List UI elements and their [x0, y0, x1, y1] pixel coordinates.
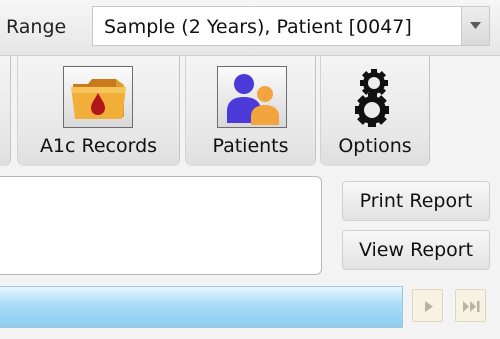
- view-report-button[interactable]: View Report: [342, 230, 490, 270]
- play-icon: [425, 301, 433, 312]
- blood-drop-folder-icon: [71, 79, 126, 119]
- tab-options[interactable]: Options: [320, 56, 430, 166]
- tool-tabs: A1c Records Patients Options: [0, 56, 500, 166]
- tab-options-label: Options: [338, 135, 412, 157]
- patients-icon-box: [217, 66, 287, 128]
- tab-patients[interactable]: Patients: [185, 56, 316, 166]
- users-icon: [227, 74, 279, 125]
- top-toolbar: Range Sample (2 Years), Patient [0047]: [0, 0, 500, 56]
- report-text-area[interactable]: [0, 176, 322, 275]
- progress-bar: [0, 286, 403, 328]
- chevron-down-icon: [470, 22, 481, 29]
- range-label: Range: [6, 16, 67, 38]
- tab-a1c-records[interactable]: A1c Records: [17, 56, 180, 166]
- last-button[interactable]: [455, 289, 486, 322]
- tab-patients-label: Patients: [212, 135, 289, 157]
- dropdown-arrow-button[interactable]: [461, 7, 489, 45]
- gears-icon: [355, 69, 389, 127]
- patient-select[interactable]: Sample (2 Years), Patient [0047]: [92, 6, 490, 46]
- next-button[interactable]: [412, 289, 443, 322]
- tab-partial[interactable]: [0, 56, 11, 166]
- print-report-button[interactable]: Print Report: [342, 181, 490, 221]
- patient-select-value: Sample (2 Years), Patient [0047]: [104, 16, 412, 38]
- skip-to-end-icon: [463, 301, 480, 312]
- tab-a1c-records-label: A1c Records: [39, 135, 158, 157]
- a1c-records-icon-box: [63, 66, 133, 128]
